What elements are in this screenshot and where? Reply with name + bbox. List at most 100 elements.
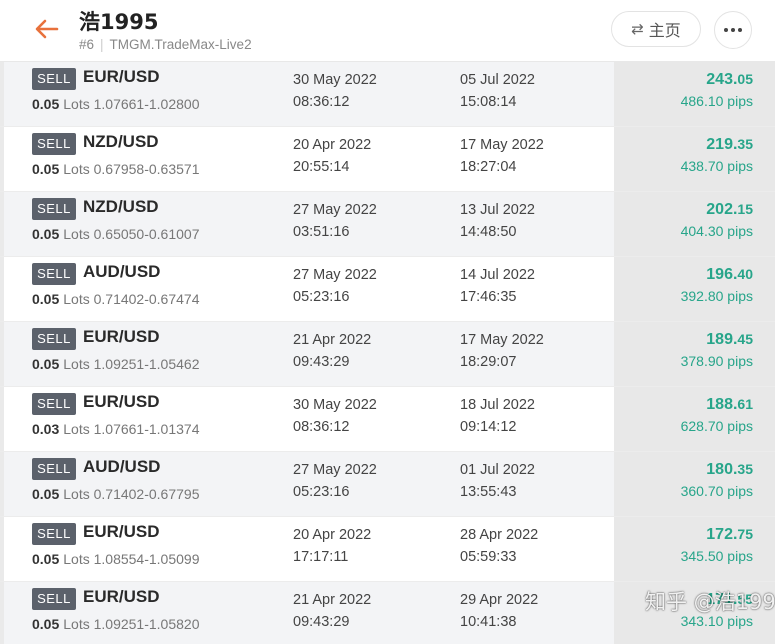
trade-row[interactable]: SELL EUR/USD 0.05 Lots 1.08554-1.05099 20 Ap… xyxy=(0,517,775,582)
close-time: 13 Jul 2022 14:48:50 xyxy=(460,199,535,243)
price-range: 1.07661-1.02800 xyxy=(93,96,200,112)
open-clock: 08:36:12 xyxy=(293,94,350,110)
home-button[interactable]: ⇄ 主页 xyxy=(611,11,701,47)
currency-pair: AUD/USD xyxy=(83,262,161,281)
close-clock: 18:29:07 xyxy=(460,354,517,370)
side-badge: SELL xyxy=(32,458,76,480)
trade-row[interactable]: SELL EUR/USD 0.05 Lots 1.09251-1.05462 21 Ap… xyxy=(0,322,775,387)
close-clock: 05:59:33 xyxy=(460,549,517,565)
open-time: 30 May 2022 08:36:12 xyxy=(293,69,377,113)
lots-label: Lots xyxy=(63,356,90,372)
price-range: 0.71402-0.67795 xyxy=(93,486,200,502)
open-time: 30 May 2022 08:36:12 xyxy=(293,394,377,438)
side-badge: SELL xyxy=(32,328,76,350)
row-edge xyxy=(0,127,4,191)
pips-value: 392.80 pips xyxy=(680,288,753,304)
trade-row[interactable]: SELL NZD/USD 0.05 Lots 0.67958-0.63571 20 Ap… xyxy=(0,127,775,192)
close-clock: 09:14:12 xyxy=(460,419,517,435)
open-date: 21 Apr 2022 xyxy=(293,332,372,348)
side-badge: SELL xyxy=(32,68,76,90)
close-clock: 15:08:14 xyxy=(460,94,517,110)
profit-cell: 189.45 378.90 pips xyxy=(614,322,775,386)
open-clock: 09:43:29 xyxy=(293,614,350,630)
profit-cell: 196.40 392.80 pips xyxy=(614,257,775,321)
lots-size: 0.03 xyxy=(32,421,60,437)
open-date: 21 Apr 2022 xyxy=(293,592,372,608)
lots-info: 0.05 Lots 1.09251-1.05462 xyxy=(32,356,199,372)
row-edge xyxy=(0,257,4,321)
lots-size: 0.05 xyxy=(32,291,60,307)
profit-decimal: 40 xyxy=(737,266,753,282)
lots-info: 0.05 Lots 1.09251-1.05820 xyxy=(32,616,199,632)
profit-decimal: 45 xyxy=(737,331,753,347)
profit-cell: 172.75 345.50 pips xyxy=(614,517,775,581)
close-date: 29 Apr 2022 xyxy=(460,592,539,608)
profit-integer: 180. xyxy=(706,461,738,478)
trade-row[interactable]: SELL EUR/USD 0.03 Lots 1.07661-1.01374 30 Ma… xyxy=(0,387,775,452)
lots-info: 0.05 Lots 0.71402-0.67474 xyxy=(32,291,199,307)
price-range: 1.09251-1.05462 xyxy=(93,356,200,372)
profit-decimal: 35 xyxy=(737,136,753,152)
more-button[interactable] xyxy=(714,11,752,49)
profit-decimal: 15 xyxy=(737,201,753,217)
close-date: 17 May 2022 xyxy=(460,137,544,153)
side-badge: SELL xyxy=(32,523,76,545)
price-range: 0.67958-0.63571 xyxy=(93,161,200,177)
lots-info: 0.05 Lots 1.07661-1.02800 xyxy=(32,96,199,112)
side-badge: SELL xyxy=(32,133,76,155)
close-date: 01 Jul 2022 xyxy=(460,462,535,478)
lots-size: 0.05 xyxy=(32,161,60,177)
profit-value: 196.40 xyxy=(706,266,753,284)
open-date: 27 May 2022 xyxy=(293,462,377,478)
row-edge xyxy=(0,517,4,581)
profit-integer: 202. xyxy=(706,201,738,218)
profit-value: 202.15 xyxy=(706,201,753,219)
close-time: 18 Jul 2022 09:14:12 xyxy=(460,394,535,438)
trade-row[interactable]: SELL AUD/USD 0.05 Lots 0.71402-0.67795 27 Ma… xyxy=(0,452,775,517)
lots-label: Lots xyxy=(63,551,90,567)
lots-info: 0.05 Lots 1.08554-1.05099 xyxy=(32,551,199,567)
currency-pair: EUR/USD xyxy=(83,67,160,86)
side-badge: SELL xyxy=(32,588,76,610)
lots-label: Lots xyxy=(63,616,90,632)
side-badge: SELL xyxy=(32,393,76,415)
back-button[interactable] xyxy=(32,14,62,44)
profit-value: 172.75 xyxy=(706,526,753,544)
arrow-left-icon xyxy=(35,19,59,39)
close-clock: 17:46:35 xyxy=(460,289,517,305)
swap-icon: ⇄ xyxy=(631,20,644,38)
close-clock: 13:55:43 xyxy=(460,484,517,500)
open-clock: 05:23:16 xyxy=(293,289,350,305)
lots-info: 0.03 Lots 1.07661-1.01374 xyxy=(32,421,199,437)
open-time: 20 Apr 2022 20:55:14 xyxy=(293,134,371,178)
lots-info: 0.05 Lots 0.67958-0.63571 xyxy=(32,161,199,177)
trade-row[interactable]: SELL NZD/USD 0.05 Lots 0.65050-0.61007 27 Ma… xyxy=(0,192,775,257)
profit-integer: 243. xyxy=(706,71,738,88)
close-time: 01 Jul 2022 13:55:43 xyxy=(460,459,535,503)
open-date: 20 Apr 2022 xyxy=(293,137,372,153)
profit-integer: 172. xyxy=(706,526,738,543)
open-clock: 08:36:12 xyxy=(293,419,350,435)
pips-value: 360.70 pips xyxy=(680,483,753,499)
trade-list: SELL EUR/USD 0.05 Lots 1.07661-1.02800 30 Ma… xyxy=(0,62,775,644)
profit-value: 189.45 xyxy=(706,331,753,349)
open-clock: 09:43:29 xyxy=(293,354,350,370)
lots-size: 0.05 xyxy=(32,356,60,372)
lots-info: 0.05 Lots 0.71402-0.67795 xyxy=(32,486,199,502)
row-edge xyxy=(0,452,4,516)
open-date: 30 May 2022 xyxy=(293,397,377,413)
divider: | xyxy=(100,37,104,52)
open-time: 21 Apr 2022 09:43:29 xyxy=(293,329,371,373)
lots-label: Lots xyxy=(63,291,90,307)
account-subtitle: #6 | TMGM.TradeMax-Live2 xyxy=(79,37,252,52)
currency-pair: NZD/USD xyxy=(83,197,159,216)
pips-value: 345.50 pips xyxy=(680,548,753,564)
currency-pair: NZD/USD xyxy=(83,132,159,151)
currency-pair: EUR/USD xyxy=(83,587,160,606)
trade-row[interactable]: SELL EUR/USD 0.05 Lots 1.07661-1.02800 30 Ma… xyxy=(0,62,775,127)
trade-row[interactable]: SELL AUD/USD 0.05 Lots 0.71402-0.67474 27 Ma… xyxy=(0,257,775,322)
close-date: 17 May 2022 xyxy=(460,332,544,348)
profit-cell: 180.35 360.70 pips xyxy=(614,452,775,516)
open-time: 20 Apr 2022 17:17:11 xyxy=(293,524,371,568)
open-time: 27 May 2022 03:51:16 xyxy=(293,199,377,243)
